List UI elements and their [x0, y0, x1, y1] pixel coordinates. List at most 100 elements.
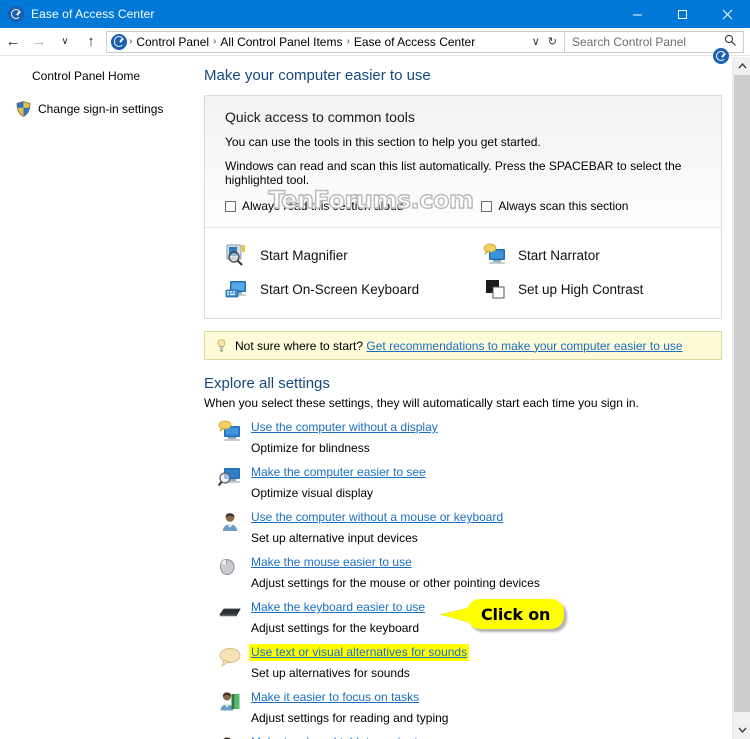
- scrollbar-thumb[interactable]: [734, 75, 750, 712]
- sidebar: Control Panel Home Change sign-in settin…: [0, 57, 196, 739]
- scroll-down-button[interactable]: [733, 721, 750, 739]
- sidebar-item-label: Change sign-in settings: [38, 102, 164, 116]
- list-item-desc: Set up alternative input devices: [251, 531, 418, 545]
- search-input[interactable]: Search Control Panel: [565, 35, 686, 49]
- recent-locations-button[interactable]: ∨: [52, 29, 78, 55]
- shield-icon: [16, 101, 31, 117]
- maximize-button[interactable]: [660, 0, 705, 28]
- list-item-desc: Adjust settings for reading and typing: [251, 711, 449, 725]
- forward-arrow-icon: →: [31, 33, 47, 50]
- ease-of-access-icon: [111, 33, 127, 50]
- checkbox-box[interactable]: [225, 200, 236, 212]
- tool-start-narrator[interactable]: Start Narrator: [463, 238, 721, 272]
- up-arrow-icon: ↑: [87, 33, 95, 50]
- lightbulb-icon: [217, 338, 226, 353]
- speech-bubble-icon: [218, 645, 242, 669]
- list-item-title[interactable]: Make the mouse easier to use: [251, 554, 412, 571]
- list-item-desc: Optimize for blindness: [251, 441, 370, 455]
- keyboard-icon: [218, 600, 242, 624]
- click-on-callout: Click on: [440, 599, 565, 629]
- list-item-title[interactable]: Make touch and tablets easier to use: [251, 734, 447, 739]
- notice-text: Not sure where to start? Get recommendat…: [235, 338, 683, 353]
- list-item[interactable]: Make the mouse easier to use Adjust sett…: [196, 554, 732, 599]
- close-button[interactable]: [705, 0, 750, 28]
- list-item-desc: Optimize visual display: [251, 486, 374, 500]
- list-item[interactable]: Use the computer without a display Optim…: [196, 419, 732, 464]
- breadcrumb-item-all-control-panel-items[interactable]: All Control Panel Items: [217, 35, 345, 49]
- window-controls: [615, 0, 750, 28]
- list-item-title[interactable]: Use the computer without a mouse or keyb…: [251, 509, 503, 526]
- navigation-bar: ← → ∨ ↑ › Control Panel › All Control Pa…: [0, 28, 750, 56]
- list-item-title[interactable]: Use text or visual alternatives for soun…: [249, 644, 470, 661]
- checkbox-box[interactable]: [481, 200, 493, 212]
- forward-button[interactable]: →: [26, 29, 52, 55]
- sidebar-item-change-sign-in-settings[interactable]: Change sign-in settings: [0, 100, 196, 118]
- checkbox-always-read-aloud[interactable]: Always read this section aloud: [225, 199, 403, 213]
- list-item[interactable]: Make the computer easier to see Optimize…: [196, 464, 732, 509]
- minimize-button[interactable]: [615, 0, 660, 28]
- breadcrumb-item-ease-of-access-center[interactable]: Ease of Access Center: [351, 35, 478, 49]
- explore-settings-list: Use the computer without a display Optim…: [196, 410, 732, 739]
- recommendation-link[interactable]: Get recommendations to make your compute…: [366, 339, 682, 353]
- list-item-title[interactable]: Make the keyboard easier to use: [251, 599, 425, 616]
- quick-access-checkbox-row: Always read this section aloud Always sc…: [205, 187, 721, 227]
- quick-access-panel: Quick access to common tools You can use…: [204, 95, 722, 319]
- refresh-icon[interactable]: ↻: [544, 35, 561, 48]
- scroll-up-button[interactable]: [733, 57, 750, 75]
- tool-start-magnifier[interactable]: Start Magnifier: [205, 238, 463, 272]
- person-book-icon: [218, 735, 242, 739]
- tool-set-up-high-contrast[interactable]: Set up High Contrast: [463, 272, 721, 306]
- breadcrumb[interactable]: › Control Panel › All Control Panel Item…: [106, 30, 564, 53]
- recommendation-notice: Not sure where to start? Get recommendat…: [204, 331, 722, 360]
- sidebar-item-control-panel-home[interactable]: Control Panel Home: [0, 67, 196, 85]
- narrator-monitor-icon: [218, 420, 242, 444]
- callout-tail-icon: [440, 607, 468, 623]
- person-book-icon: [218, 690, 242, 714]
- list-item-use-text-or-visual-alternatives[interactable]: Use text or visual alternatives for soun…: [196, 644, 732, 689]
- callout-text: Click on: [481, 604, 551, 624]
- list-item[interactable]: Make touch and tablets easier to use Adj…: [196, 734, 732, 739]
- ease-of-access-badge-icon: [713, 48, 729, 64]
- tool-label: Start On-Screen Keyboard: [260, 281, 420, 297]
- list-item-title[interactable]: Make it easier to focus on tasks: [251, 689, 419, 706]
- on-screen-keyboard-icon: [225, 277, 249, 301]
- up-button[interactable]: ↑: [78, 29, 104, 55]
- back-button[interactable]: ←: [0, 29, 26, 55]
- checkbox-label: Always scan this section: [498, 199, 629, 213]
- breadcrumb-item-control-panel[interactable]: Control Panel: [133, 35, 212, 49]
- tool-label: Start Magnifier: [260, 247, 348, 263]
- list-item-desc: Set up alternatives for sounds: [251, 666, 410, 680]
- quick-access-heading: Quick access to common tools: [225, 109, 415, 125]
- window-title: Ease of Access Center: [31, 7, 155, 21]
- search-icon: [724, 34, 737, 50]
- callout-bubble: Click on: [467, 599, 565, 629]
- quick-access-tools: Start Magnifier Start Narrator Start On-…: [205, 228, 721, 318]
- explore-heading: Explore all settings: [204, 375, 330, 392]
- magnifier-icon: [225, 243, 249, 267]
- page-title: Make your computer easier to use: [204, 67, 431, 84]
- explore-subtext: When you select these settings, they wil…: [204, 396, 639, 410]
- breadcrumb-dropdown-icon[interactable]: ∨: [528, 35, 544, 48]
- back-arrow-icon: ←: [5, 33, 21, 50]
- checkbox-label: Always read this section aloud: [242, 199, 404, 213]
- magnify-monitor-icon: [217, 465, 242, 489]
- vertical-scrollbar[interactable]: [732, 57, 750, 739]
- narrator-icon: [483, 243, 507, 267]
- list-item-title[interactable]: Use the computer without a display: [251, 419, 438, 436]
- sidebar-item-label: Control Panel Home: [32, 69, 141, 83]
- ease-of-access-icon: [8, 6, 24, 22]
- tool-start-on-screen-keyboard[interactable]: Start On-Screen Keyboard: [205, 272, 463, 306]
- title-bar: Ease of Access Center: [0, 0, 750, 28]
- tool-label: Set up High Contrast: [518, 281, 644, 297]
- list-item-title[interactable]: Make the computer easier to see: [251, 464, 426, 481]
- list-item-desc: Adjust settings for the mouse or other p…: [251, 576, 540, 590]
- quick-access-line2: Windows can read and scan this list auto…: [225, 159, 682, 187]
- person-icon: [218, 510, 242, 534]
- main-pane: Make your computer easier to use Quick a…: [196, 57, 732, 739]
- checkbox-always-scan-section[interactable]: Always scan this section: [481, 199, 628, 213]
- mouse-icon: [218, 555, 242, 579]
- list-item[interactable]: Make it easier to focus on tasks Adjust …: [196, 689, 732, 734]
- quick-access-line1: You can use the tools in this section to…: [225, 135, 541, 149]
- high-contrast-icon: [483, 277, 507, 301]
- list-item[interactable]: Use the computer without a mouse or keyb…: [196, 509, 732, 554]
